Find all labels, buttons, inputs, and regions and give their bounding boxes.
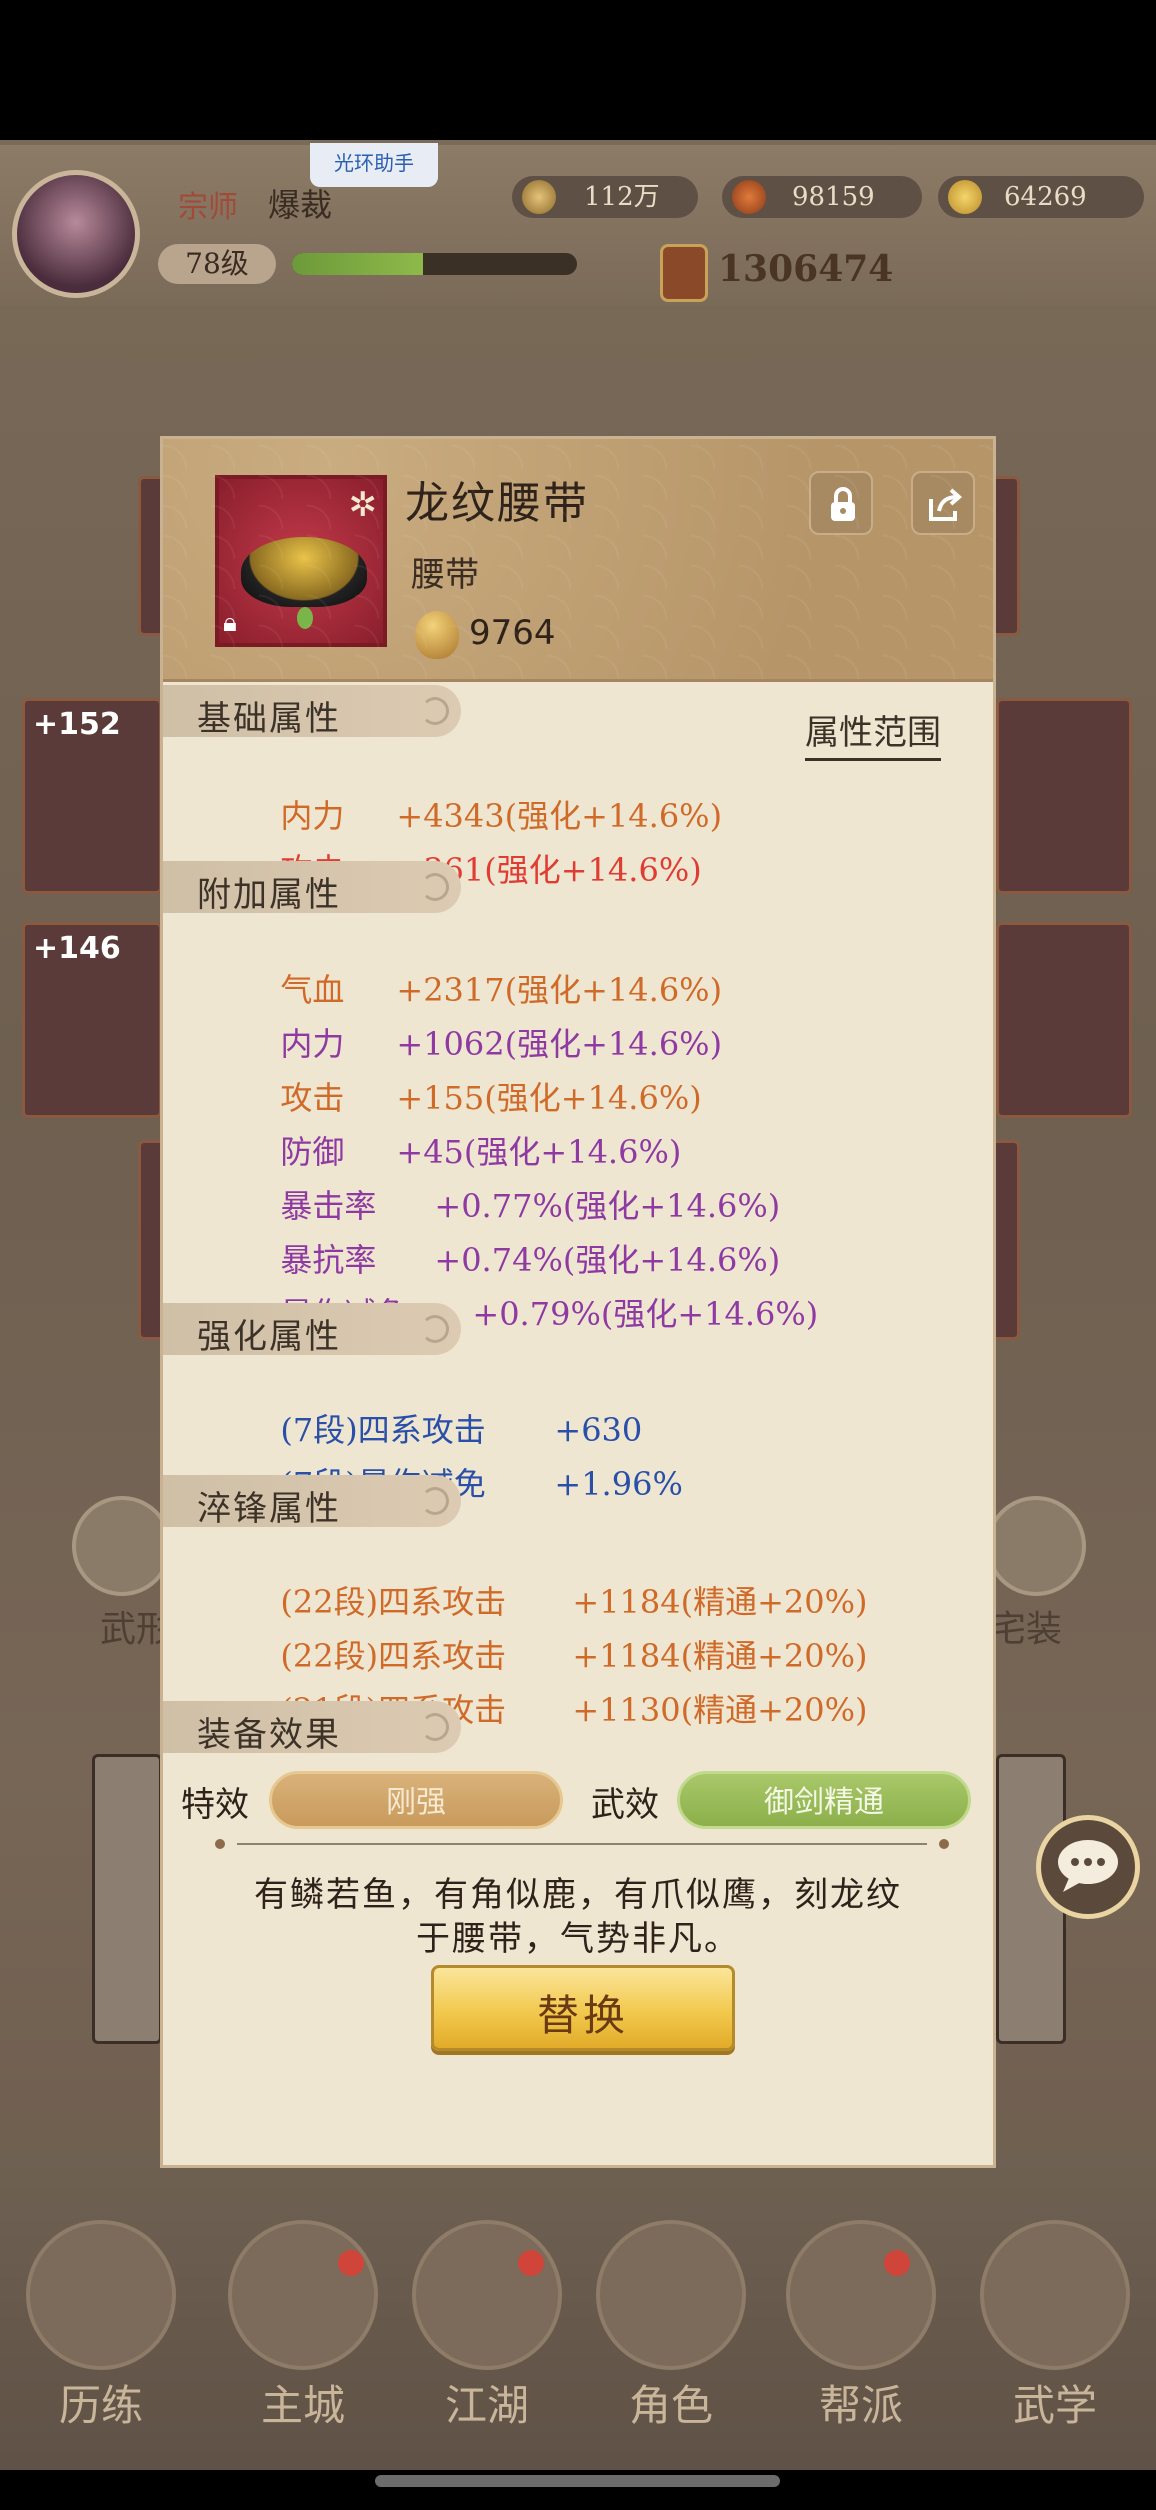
player-name: 爆裁 <box>268 186 333 224</box>
section-title: 基础属性 <box>197 699 341 739</box>
lock-icon <box>831 487 855 521</box>
exp-bar <box>292 253 577 275</box>
share-button[interactable] <box>911 471 975 535</box>
description-divider <box>215 1839 949 1849</box>
lock-icon: 🔒︎ <box>223 608 237 638</box>
chat-icon <box>1058 1840 1118 1892</box>
lock-button[interactable] <box>809 471 873 535</box>
martial-form-button[interactable] <box>72 1496 172 1596</box>
replace-button-label: 替换 <box>536 1991 629 2040</box>
item-header: ✲ 🔒︎ 龙纹腰带 腰带 9764 <box>163 439 993 682</box>
coins-value: 112万 <box>584 182 660 212</box>
equip-slot-card[interactable]: +152 <box>22 698 162 894</box>
slot-enhance-level: +152 <box>33 707 121 742</box>
exp-fill <box>292 253 424 275</box>
nav-main-city-label: 主城 <box>260 2381 345 2430</box>
section-enhance-attributes: 强化属性 <box>163 1303 461 1357</box>
nav-martial-arts-label: 武学 <box>1012 2381 1097 2430</box>
gem-icon <box>297 607 313 629</box>
item-type: 腰带 <box>411 555 479 595</box>
resource-value: 98159 <box>792 182 875 212</box>
value-coin-icon <box>415 611 459 659</box>
item-value: 9764 <box>469 613 556 653</box>
attr-value: +1.96% <box>554 1465 683 1503</box>
nav-training[interactable] <box>26 2220 176 2370</box>
item-attributes: 基础属性 属性范围 内力+4343(强化+14.6%) 攻击+361(强化+14… <box>163 685 993 2165</box>
coins-counter: 112万 <box>512 176 698 218</box>
player-rank: 宗师 <box>178 190 238 225</box>
special-effect-label: 特效 <box>181 1785 249 1825</box>
slot-enhance-level: +146 <box>33 931 121 966</box>
nav-guild[interactable] <box>786 2220 936 2370</box>
coin-icon <box>522 180 556 214</box>
notification-dot <box>338 2250 364 2276</box>
ingots-counter: 64269 <box>938 176 1144 218</box>
special-effect-pill[interactable]: 刚强 <box>269 1771 563 1829</box>
share-icon <box>929 488 963 521</box>
chat-button[interactable] <box>1036 1815 1140 1919</box>
ingots-value: 64269 <box>1004 182 1087 212</box>
section-equipment-effects: 装备效果 <box>163 1701 461 1755</box>
nav-character[interactable] <box>596 2220 746 2370</box>
section-base-attributes: 基础属性 <box>163 685 461 739</box>
equip-slot-card[interactable]: +146 <box>22 922 162 1118</box>
belt-image <box>241 537 367 607</box>
nav-jianghu[interactable] <box>412 2220 562 2370</box>
outfit-button[interactable] <box>986 1496 1086 1596</box>
martial-effect-label: 武效 <box>591 1785 659 1825</box>
item-detail-modal: ✲ 🔒︎ 龙纹腰带 腰带 9764 基础属性 属性范围 内力 +4343(强化+… <box>160 436 996 2168</box>
combat-power-value: 1306474 <box>718 248 894 290</box>
item-name: 龙纹腰带 <box>405 478 589 529</box>
equip-slot-card[interactable] <box>996 922 1132 1118</box>
attribute-range-link[interactable]: 属性范围 <box>805 705 941 761</box>
section-temper-attributes: 淬锋属性 <box>163 1475 461 1529</box>
combat-power-icon <box>660 244 708 302</box>
martial-effect-pill[interactable]: 御剑精通 <box>677 1771 971 1829</box>
notification-dot <box>884 2250 910 2276</box>
nav-main-city[interactable] <box>228 2220 378 2370</box>
section-title: 强化属性 <box>197 1317 341 1357</box>
nav-jianghu-label: 江湖 <box>444 2381 529 2430</box>
item-description: 有鳞若鱼，有角似鹿，有爪似鹰，刻龙纹 于腰带，气势非凡。 <box>223 1873 933 1961</box>
home-indicator[interactable] <box>375 2475 780 2487</box>
section-extra-attributes: 附加属性 <box>163 861 461 915</box>
nav-guild-label: 帮派 <box>818 2381 903 2430</box>
notification-dot <box>518 2250 544 2276</box>
attr-value: +1130(精通+20%) <box>572 1691 868 1729</box>
nav-character-label: 角色 <box>628 2381 713 2430</box>
nav-martial-arts[interactable] <box>980 2220 1130 2370</box>
equip-slot-card[interactable] <box>996 698 1132 894</box>
ingot-icon <box>948 180 982 214</box>
replace-button[interactable]: 替换 <box>431 1965 735 2051</box>
resource-counter: 98159 <box>722 176 922 218</box>
description-line: 有鳞若鱼，有角似鹿，有爪似鹰，刻龙纹 <box>254 1875 902 1915</box>
game-screen: { "top_bar": { "helper_badge": "光环助手", "… <box>0 0 1156 2510</box>
belt-icon: ✲ 🔒︎ <box>215 475 387 647</box>
player-avatar[interactable] <box>12 170 140 298</box>
quality-star-icon: ✲ <box>348 485 378 525</box>
panel-frame <box>92 1754 162 2044</box>
description-line: 于腰带，气势非凡。 <box>416 1919 740 1959</box>
nav-training-label: 历练 <box>58 2381 143 2430</box>
outfit-label: 宅装 <box>990 1609 1063 1650</box>
section-title: 附加属性 <box>197 875 341 915</box>
attr-value: +0.79%(强化+14.6%) <box>472 1295 819 1333</box>
section-title: 淬锋属性 <box>197 1489 341 1529</box>
player-level: 78级 <box>158 244 276 284</box>
section-title: 装备效果 <box>197 1715 341 1755</box>
flame-coin-icon <box>732 180 766 214</box>
